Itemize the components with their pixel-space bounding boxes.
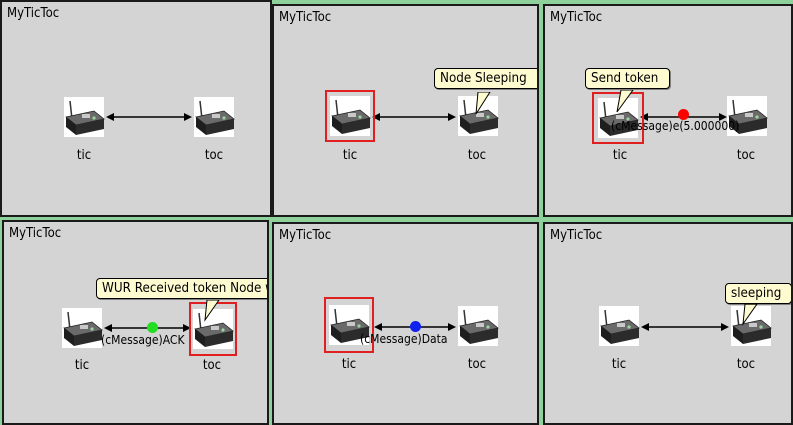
toc-label: toc	[736, 148, 756, 163]
tic-node[interactable]	[62, 95, 106, 139]
tic-label: tic	[611, 357, 627, 372]
bubble-text: Node Sleeping	[440, 71, 527, 86]
bubble-tail	[742, 304, 758, 326]
tic-node[interactable]	[60, 306, 104, 350]
tic-label: tic	[612, 148, 628, 163]
simulation-panel-4: MyTicToc tic toc (cMessage)ACK WUR Recei…	[2, 220, 269, 425]
toc-label: toc	[736, 357, 756, 372]
tic-node[interactable]	[597, 304, 641, 348]
toc-label: toc	[467, 357, 487, 372]
status-bubble: Send token	[585, 68, 671, 89]
tic-label: tic	[342, 148, 358, 163]
message-label: (cMessage)e(5.000000)	[611, 119, 740, 133]
bubble-text: WUR Received token Node wakes up	[102, 281, 267, 296]
sensor-node-icon	[194, 97, 235, 137]
sensor-node-icon	[458, 306, 499, 346]
tic-label: tic	[76, 148, 92, 163]
message-dot[interactable]	[147, 322, 158, 333]
tic-label: tic	[74, 358, 90, 373]
toc-node[interactable]	[456, 304, 500, 348]
status-bubble: WUR Received token Node wakes up	[96, 278, 267, 299]
simulation-panel-3: MyTicToc tic toc (cMessage)e(5.000000) S…	[543, 4, 793, 217]
sensor-node-icon	[62, 308, 103, 348]
message-label: (cMessage)ACK	[101, 333, 185, 347]
status-bubble: Node Sleeping	[434, 68, 537, 89]
tic-label: tic	[341, 357, 357, 372]
status-bubble: sleeping	[725, 283, 791, 304]
toc-label: toc	[204, 148, 224, 163]
tic-node[interactable]	[325, 90, 375, 142]
toc-label: toc	[467, 148, 487, 163]
simulation-panel-1: MyTicToc tic toc	[0, 0, 272, 217]
toc-label: toc	[202, 358, 222, 373]
bubble-tail	[475, 92, 491, 115]
simulation-panel-6: MyTicToc tic toc sleeping	[543, 222, 793, 425]
message-label: (cMessage)Data	[360, 332, 448, 346]
toc-node[interactable]	[192, 95, 236, 139]
message-dot[interactable]	[410, 321, 421, 332]
bubble-text: sleeping	[731, 286, 782, 301]
simulation-panel-5: MyTicToc tic toc (cMessage)Data	[272, 222, 539, 425]
bubble-tail	[616, 90, 634, 113]
sensor-node-icon	[599, 306, 640, 346]
bubble-tail	[204, 300, 220, 322]
sensor-node-icon	[330, 96, 371, 136]
sensor-node-icon	[64, 97, 105, 137]
bubble-text: Send token	[591, 71, 659, 86]
simulation-panel-2: MyTicToc tic toc Node Sleeping	[272, 4, 539, 217]
